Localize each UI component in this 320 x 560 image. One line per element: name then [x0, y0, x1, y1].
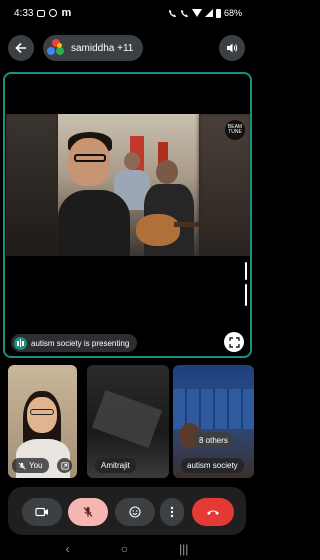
scroll-indicator — [245, 284, 247, 306]
meet-logo-icon — [47, 39, 65, 57]
emoji-icon — [129, 506, 141, 518]
presenting-icon — [14, 336, 27, 350]
nav-home-button[interactable]: ○ — [121, 542, 128, 556]
arrow-left-icon — [15, 42, 26, 54]
participant-tile-autism-society[interactable]: 8 others autism society — [173, 365, 254, 478]
mic-off-icon — [83, 507, 93, 517]
call-end-icon — [207, 510, 219, 515]
participant-tile-you[interactable]: You — [8, 365, 77, 478]
more-options-button[interactable] — [160, 498, 184, 526]
nav-recents-button[interactable]: ||| — [179, 542, 188, 556]
fullscreen-icon — [228, 336, 240, 348]
nav-back-button[interactable]: ‹ — [66, 542, 70, 556]
meeting-label: samiddha +11 — [71, 42, 134, 54]
blurred-background-left — [6, 114, 58, 256]
scroll-indicator — [245, 262, 247, 280]
guitar-image — [136, 214, 180, 246]
tile-label-you: You — [12, 458, 49, 473]
wifi-icon — [191, 9, 202, 17]
presenter-chip[interactable]: autism society is presenting — [11, 334, 138, 352]
call-forward-icon — [180, 9, 189, 17]
tile-name: You — [29, 461, 43, 470]
call-icon — [168, 9, 177, 17]
presentation-video: BEAM TUNE — [6, 114, 250, 256]
video-camera-icon — [35, 507, 48, 517]
channel-watermark: BEAM TUNE — [225, 120, 245, 140]
audio-output-button[interactable] — [219, 35, 245, 61]
more-vert-icon — [170, 506, 174, 518]
status-bar: 4:33 m 68% — [0, 0, 254, 26]
camera-toggle-button[interactable] — [22, 498, 62, 526]
reactions-button[interactable] — [115, 498, 155, 526]
meeting-participants-chip[interactable]: samiddha +11 — [43, 35, 144, 61]
tile-label-amitrajit: Amitrajit — [95, 458, 136, 473]
speaker-icon — [227, 43, 238, 53]
presentation-scene — [58, 114, 199, 256]
others-count-chip[interactable]: 8 others — [193, 432, 234, 448]
system-nav-bar: ‹ ○ ||| — [0, 538, 254, 560]
fullscreen-button[interactable] — [224, 332, 244, 352]
screen-record-icon — [37, 9, 46, 17]
messenger-icon: m — [61, 7, 72, 19]
tile-name: Amitrajit — [101, 461, 130, 470]
whatsapp-icon — [49, 9, 58, 17]
status-time: 4:33 — [14, 7, 34, 19]
status-left: 4:33 m — [14, 7, 71, 19]
presenter-label: autism society is presenting — [31, 338, 130, 348]
back-button[interactable] — [8, 35, 34, 61]
status-right: 68% — [168, 8, 242, 18]
tile-label-autism-society: autism society — [181, 458, 244, 473]
end-call-button[interactable] — [192, 498, 234, 526]
battery-level: 68% — [223, 8, 242, 18]
participant-tile-amitrajit[interactable]: Amitrajit — [87, 365, 169, 478]
switch-camera-button[interactable] — [57, 458, 72, 473]
share-icon — [60, 461, 69, 470]
signal-icon — [204, 9, 213, 17]
mic-toggle-button[interactable] — [68, 498, 108, 526]
mic-off-icon — [18, 461, 26, 470]
call-controls — [8, 487, 246, 535]
presentation-panel[interactable]: BEAM TUNE autism society is presenting — [3, 72, 252, 358]
battery-icon — [215, 8, 221, 18]
tile-name: autism society — [187, 461, 238, 470]
